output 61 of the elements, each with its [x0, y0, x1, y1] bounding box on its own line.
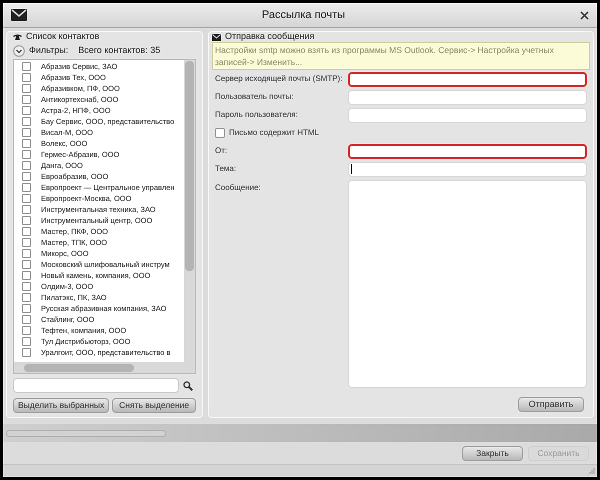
checkbox[interactable]	[215, 128, 225, 138]
text-cursor	[351, 164, 352, 174]
checkbox[interactable]	[22, 227, 31, 236]
search-field[interactable]	[13, 378, 179, 393]
checkbox[interactable]	[22, 139, 31, 148]
send-button[interactable]: Отправить	[518, 397, 584, 412]
field-label: Письмо содержит HTML	[229, 127, 319, 139]
checkbox[interactable]	[22, 106, 31, 115]
window-title: Рассылка почты	[262, 8, 346, 23]
checkbox[interactable]	[22, 216, 31, 225]
checkbox[interactable]	[22, 282, 31, 291]
checkbox[interactable]	[22, 260, 31, 269]
select-button[interactable]: Снять выделение	[112, 398, 196, 413]
horizontal-scrollbar[interactable]	[14, 362, 195, 373]
close-icon[interactable]	[580, 10, 589, 20]
envelope-icon	[212, 34, 221, 40]
total-count: Всего контактов: 35	[78, 44, 160, 57]
field-label: От:	[215, 145, 228, 157]
checkbox[interactable]	[22, 249, 31, 258]
field-label: Сообщение:	[215, 182, 262, 194]
filters-label[interactable]: Фильтры:	[29, 44, 68, 58]
phone-icon	[13, 34, 22, 40]
checkbox[interactable]	[22, 172, 31, 181]
checkbox[interactable]	[22, 271, 31, 280]
close-button[interactable]: Закрыть	[462, 446, 523, 461]
resize-grip-icon[interactable]	[587, 467, 595, 475]
hint-text: Настройки smtp можно взять из программы MS Outlook. Сервис-> Настройка учетных записей-> Изменить...	[212, 42, 590, 70]
checkbox[interactable]	[22, 95, 31, 104]
checkbox[interactable]	[22, 161, 31, 170]
checkbox[interactable]	[22, 84, 31, 93]
envelope-icon	[11, 9, 27, 21]
checkbox[interactable]	[22, 304, 31, 313]
input-field[interactable]	[348, 72, 587, 86]
vertical-scrollbar[interactable]	[184, 60, 195, 362]
message-field[interactable]	[348, 180, 587, 388]
checkbox[interactable]	[22, 128, 31, 137]
checkbox[interactable]	[22, 205, 31, 214]
checkbox[interactable]	[22, 337, 31, 346]
field-label: Сервер исходящей почты (SMTP):	[215, 73, 344, 85]
search-icon[interactable]	[183, 380, 193, 390]
panel-title: Отправка сообщения	[225, 30, 314, 44]
checkbox[interactable]	[22, 315, 31, 324]
checkbox[interactable]	[22, 117, 31, 126]
checkbox[interactable]	[22, 62, 31, 71]
checkbox[interactable]	[22, 73, 31, 82]
checkbox[interactable]	[22, 150, 31, 159]
input-field[interactable]	[348, 144, 587, 158]
panel-title: Список контактов	[26, 30, 100, 44]
chevron-circle-icon[interactable]	[13, 44, 25, 56]
checkbox[interactable]	[22, 238, 31, 247]
checkbox[interactable]	[22, 183, 31, 192]
field-label: Пользователь почты:	[215, 91, 295, 103]
select-button[interactable]: Выделить выбранных	[13, 398, 110, 413]
field-label: Пароль пользователя:	[215, 109, 299, 121]
checkbox[interactable]	[22, 194, 31, 203]
field-label: Тема:	[215, 163, 238, 175]
checkbox[interactable]	[22, 348, 31, 357]
scroll-thumb[interactable]	[185, 61, 194, 271]
scroll-thumb[interactable]	[24, 364, 134, 372]
checkbox[interactable]	[22, 293, 31, 302]
checkbox[interactable]	[22, 326, 31, 335]
